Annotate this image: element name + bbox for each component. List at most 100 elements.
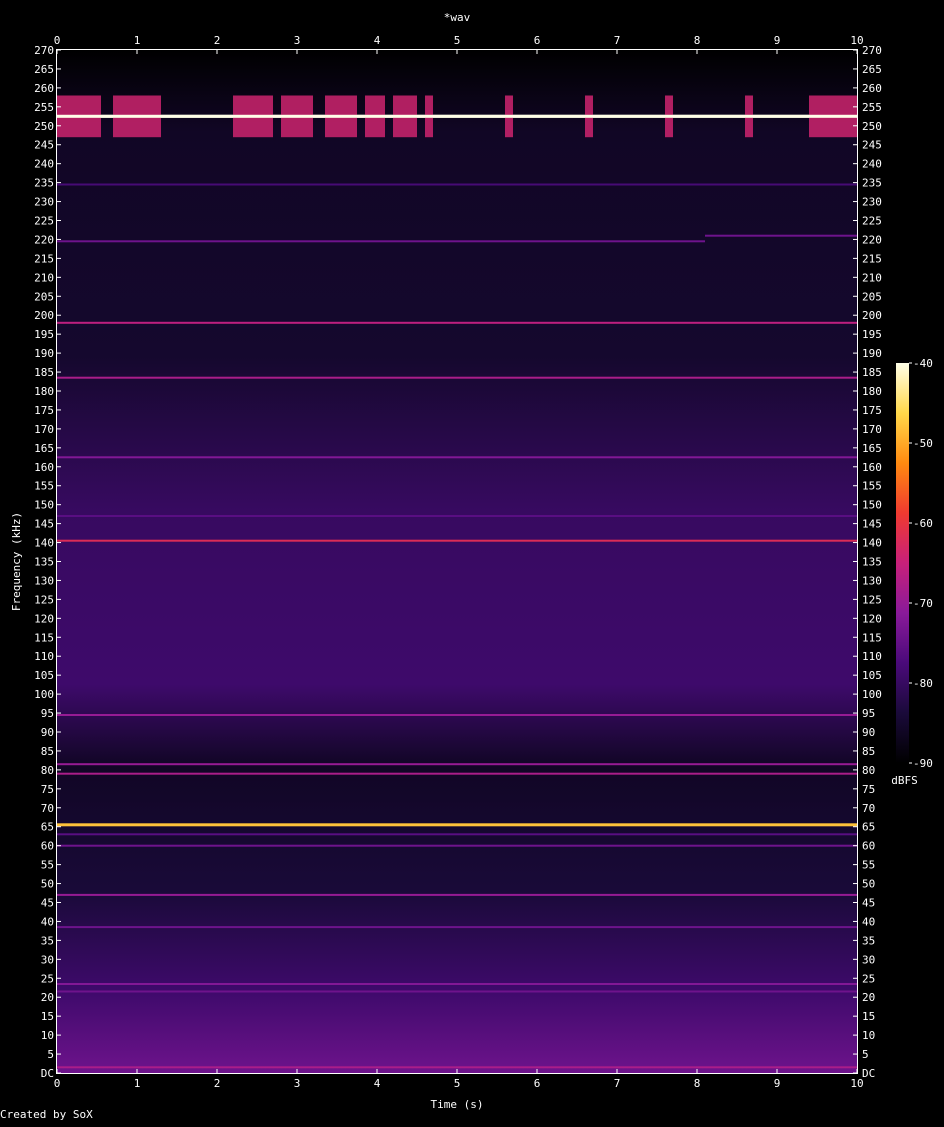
y-tick-label-left: 110 xyxy=(34,650,54,663)
x-tick-label-top: 5 xyxy=(454,34,461,47)
x-tick-label-bottom: 7 xyxy=(614,1077,621,1090)
spectrogram-svg: 001122334455667788991010DC DC5 510 1015 1520… xyxy=(10,11,933,1111)
spectral-line xyxy=(57,823,857,827)
y-tick-label-right: 35 xyxy=(862,934,875,947)
spectral-line xyxy=(57,515,857,517)
x-axis-label: Time (s) xyxy=(431,1098,484,1111)
spectral-line xyxy=(57,893,857,896)
spectrogram-figure: 0 0 1 1 2 2 3 3 4 4 5 5 6 6 7 7 8 8 9 9 10 10 DC DC 5 5 10 10 15 15 20… xyxy=(0,0,944,1123)
x-tick-label-bottom: 3 xyxy=(294,1077,301,1090)
spectral-line xyxy=(57,1066,857,1069)
y-tick-label-right: 130 xyxy=(862,574,882,587)
spectral-line xyxy=(57,539,857,542)
y-tick-label-right: 205 xyxy=(862,290,882,303)
y-tick-label-right: 220 xyxy=(862,233,882,246)
x-tick-label-bottom: 9 xyxy=(774,1077,781,1090)
y-tick-label-left: 90 xyxy=(41,726,54,739)
y-tick-label-right: 125 xyxy=(862,593,882,606)
y-tick-label-left: 115 xyxy=(34,631,54,644)
y-tick-label-left: 180 xyxy=(34,385,54,398)
y-tick-label-right: 250 xyxy=(862,120,882,133)
y-tick-label-right: 10 xyxy=(862,1029,875,1042)
y-tick-label-left: 50 xyxy=(41,878,54,891)
y-tick-label-left: 105 xyxy=(34,669,54,682)
chart-title: *wav xyxy=(444,11,471,24)
y-tick-label-left: 125 xyxy=(34,593,54,606)
y-tick-label-left: 70 xyxy=(41,802,54,815)
x-tick-label-top: 9 xyxy=(774,34,781,47)
y-tick-label-left: 75 xyxy=(41,783,54,796)
y-tick-label-left: 175 xyxy=(34,404,54,417)
y-tick-label-left: 25 xyxy=(41,972,54,985)
spectral-line xyxy=(57,714,857,716)
y-tick-label-right: 230 xyxy=(862,196,882,209)
x-tick-label-top: 7 xyxy=(614,34,621,47)
y-tick-label-left: 45 xyxy=(41,897,54,910)
y-tick-label-left: 260 xyxy=(34,82,54,95)
y-tick-label-left: 245 xyxy=(34,139,54,152)
y-tick-label-left: 130 xyxy=(34,574,54,587)
y-tick-label-right: 110 xyxy=(862,650,882,663)
y-tick-label-left: 200 xyxy=(34,309,54,322)
x-tick-label-top: 2 xyxy=(214,34,221,47)
y-tick-label-right: 165 xyxy=(862,442,882,455)
y-tick-label-left: 220 xyxy=(34,233,54,246)
y-tick-label-left: 95 xyxy=(41,707,54,720)
y-axis-label: Frequency (kHz) xyxy=(10,512,23,611)
x-tick-label-bottom: 4 xyxy=(374,1077,381,1090)
y-tick-label-right: 85 xyxy=(862,745,875,758)
credit-label: Created by SoX xyxy=(0,1108,93,1121)
spectrogram-background xyxy=(57,50,857,1073)
colorbar-tick-label: -40 xyxy=(913,357,933,370)
spectral-line xyxy=(57,833,857,836)
y-tick-label-left: 205 xyxy=(34,290,54,303)
spectral-line xyxy=(57,772,857,775)
y-tick-label-right: 60 xyxy=(862,840,875,853)
x-tick-label-bottom: 5 xyxy=(454,1077,461,1090)
colorbar xyxy=(896,363,909,763)
y-tick-label-right: DC xyxy=(862,1067,875,1080)
x-tick-label-bottom: 6 xyxy=(534,1077,541,1090)
y-tick-label-left: 155 xyxy=(34,480,54,493)
y-tick-label-right: 200 xyxy=(862,309,882,322)
y-tick-label-left: 185 xyxy=(34,366,54,379)
x-tick-label-bottom: 8 xyxy=(694,1077,701,1090)
spectral-line xyxy=(57,926,857,929)
colorbar-tick-label: -70 xyxy=(913,597,933,610)
spectral-line xyxy=(57,983,857,985)
spectral-line xyxy=(57,321,857,324)
y-tick-label-left: 135 xyxy=(34,556,54,569)
y-tick-label-left: 100 xyxy=(34,688,54,701)
y-tick-label-left: 235 xyxy=(34,177,54,190)
y-tick-label-right: 80 xyxy=(862,764,875,777)
y-tick-label-right: 65 xyxy=(862,821,875,834)
y-tick-label-left: 240 xyxy=(34,158,54,171)
carrier-line xyxy=(57,114,857,118)
y-tick-label-left: 225 xyxy=(34,215,54,228)
x-tick-label-top: 0 xyxy=(54,34,61,47)
y-tick-label-left: 65 xyxy=(41,821,54,834)
y-tick-label-left: 15 xyxy=(41,1010,54,1023)
y-tick-label-left: 5 xyxy=(47,1048,54,1061)
y-tick-label-right: 70 xyxy=(862,802,875,815)
y-tick-label-right: 260 xyxy=(862,82,882,95)
y-tick-label-right: 5 xyxy=(862,1048,869,1061)
y-tick-label-left: 35 xyxy=(41,934,54,947)
y-tick-label-left: 255 xyxy=(34,101,54,114)
y-tick-label-right: 255 xyxy=(862,101,882,114)
x-tick-label-top: 1 xyxy=(134,34,141,47)
y-tick-label-right: 270 xyxy=(862,44,882,57)
spectral-line xyxy=(705,234,857,237)
y-tick-label-right: 75 xyxy=(862,783,875,796)
y-tick-label-right: 55 xyxy=(862,859,875,872)
y-tick-label-right: 50 xyxy=(862,878,875,891)
y-tick-label-right: 30 xyxy=(862,953,875,966)
colorbar-tick-label: -80 xyxy=(913,677,933,690)
y-tick-label-right: 235 xyxy=(862,177,882,190)
y-tick-label-left: 230 xyxy=(34,196,54,209)
y-tick-label-right: 15 xyxy=(862,1010,875,1023)
y-tick-label-right: 265 xyxy=(862,63,882,76)
x-tick-label-top: 4 xyxy=(374,34,381,47)
y-tick-label-right: 245 xyxy=(862,139,882,152)
y-tick-label-right: 145 xyxy=(862,518,882,531)
